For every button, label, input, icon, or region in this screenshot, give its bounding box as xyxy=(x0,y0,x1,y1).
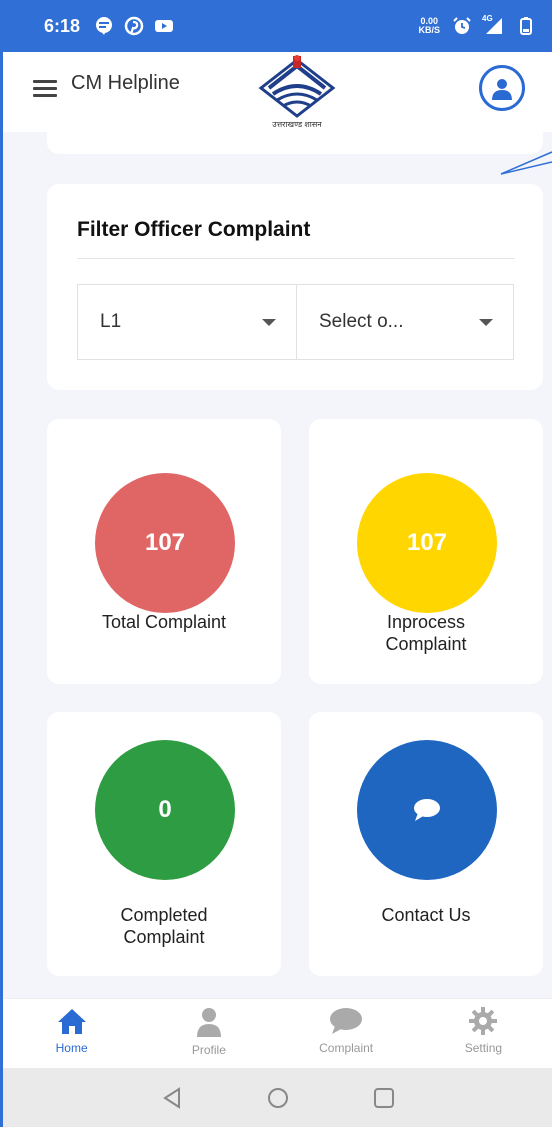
person-icon xyxy=(492,79,512,100)
nav-home[interactable]: Home xyxy=(3,999,140,1068)
level-dropdown-value: L1 xyxy=(100,311,122,332)
completed-complaint-count-circle: 0 xyxy=(95,740,235,880)
tile-label-line: Complaint xyxy=(123,927,205,947)
contact-us-tile[interactable]: Contact Us xyxy=(309,712,543,976)
battery-icon xyxy=(520,17,532,35)
network-type: 4G xyxy=(482,14,493,23)
total-complaint-label: Total Complaint xyxy=(47,611,281,633)
contact-us-label: Contact Us xyxy=(309,904,543,926)
person-icon xyxy=(196,1008,221,1037)
tile-label-line: Complaint xyxy=(385,634,467,654)
nav-setting-label: Setting xyxy=(464,1041,503,1055)
inprocess-complaint-label: Inprocess Complaint xyxy=(309,611,543,655)
completed-complaint-tile[interactable]: 0 Completed Complaint xyxy=(47,712,281,976)
nav-setting[interactable]: Setting xyxy=(415,999,552,1068)
inprocess-complaint-count: 107 xyxy=(406,529,448,556)
gear-icon xyxy=(469,1007,498,1035)
back-button[interactable] xyxy=(157,1083,187,1113)
emblem-icon xyxy=(258,55,336,118)
tile-label-line: Contact Us xyxy=(381,905,471,925)
nav-complaint-label: Complaint xyxy=(319,1041,374,1055)
uttarakhand-emblem-logo: उत्तराखण्ड शासन xyxy=(255,52,339,130)
tile-label-line: Total Complaint xyxy=(101,612,227,632)
tile-label-line: Inprocess xyxy=(386,612,466,632)
officer-dropdown-value: Select o... xyxy=(319,311,404,332)
status-time: 6:18 xyxy=(44,15,81,36)
previous-card xyxy=(47,132,543,154)
window-border xyxy=(0,0,3,1127)
signal-group: 4G xyxy=(482,14,504,36)
nav-home-label: Home xyxy=(55,1041,88,1055)
tile-label-line: Completed xyxy=(120,905,208,925)
filter-title: Filter Officer Complaint xyxy=(77,218,311,241)
caret-down-icon xyxy=(262,318,276,326)
level-dropdown[interactable]: L1 xyxy=(77,284,297,360)
officer-dropdown[interactable]: Select o... xyxy=(296,284,514,360)
alarm-icon xyxy=(453,17,471,34)
completed-complaint-label: Completed Complaint xyxy=(47,904,281,948)
recents-button[interactable] xyxy=(369,1083,399,1113)
contact-us-circle xyxy=(357,740,497,880)
filter-divider xyxy=(77,258,515,259)
nav-complaint[interactable]: Complaint xyxy=(278,999,415,1068)
home-button[interactable] xyxy=(263,1083,293,1113)
nav-profile[interactable]: Profile xyxy=(140,999,277,1068)
app-title: CM Helpline xyxy=(71,72,180,94)
hamburger-menu-icon[interactable] xyxy=(33,80,57,100)
inprocess-complaint-tile[interactable]: 107 Inprocess Complaint xyxy=(309,419,543,684)
inprocess-complaint-count-circle: 107 xyxy=(357,473,497,613)
total-complaint-count-circle: 107 xyxy=(95,473,235,613)
youtube-icon xyxy=(155,20,174,32)
recents-square-icon xyxy=(373,1087,394,1108)
message-icon xyxy=(96,17,113,35)
caret-down-icon xyxy=(479,318,493,326)
nav-profile-label: Profile xyxy=(191,1043,226,1057)
home-content: Filter Officer Complaint L1 Select o... … xyxy=(3,132,552,998)
pinterest-icon xyxy=(124,16,144,36)
completed-complaint-count: 0 xyxy=(158,796,172,823)
profile-avatar-button[interactable] xyxy=(479,65,525,111)
net-speed: 0.00 KB/S xyxy=(418,17,440,35)
total-complaint-count: 107 xyxy=(144,529,186,556)
home-icon xyxy=(57,1009,86,1034)
system-navigation-bar xyxy=(3,1068,552,1127)
net-speed-unit: KB/S xyxy=(418,25,440,35)
filter-officer-card: Filter Officer Complaint L1 Select o... xyxy=(47,184,543,390)
app-bar: CM Helpline उत्तराखण्ड शासन xyxy=(3,52,552,132)
chat-icon xyxy=(330,1008,363,1034)
back-triangle-icon xyxy=(162,1086,180,1109)
logo-caption: उत्तराखण्ड शासन xyxy=(272,120,322,129)
chat-bubble-icon xyxy=(414,799,440,821)
total-complaint-tile[interactable]: 107 Total Complaint xyxy=(47,419,281,684)
home-circle-icon xyxy=(267,1087,288,1108)
bottom-navigation: Home Profile Complaint Setting xyxy=(3,998,552,1068)
status-bar: 6:18 0.00 KB/S 4G xyxy=(0,0,552,52)
